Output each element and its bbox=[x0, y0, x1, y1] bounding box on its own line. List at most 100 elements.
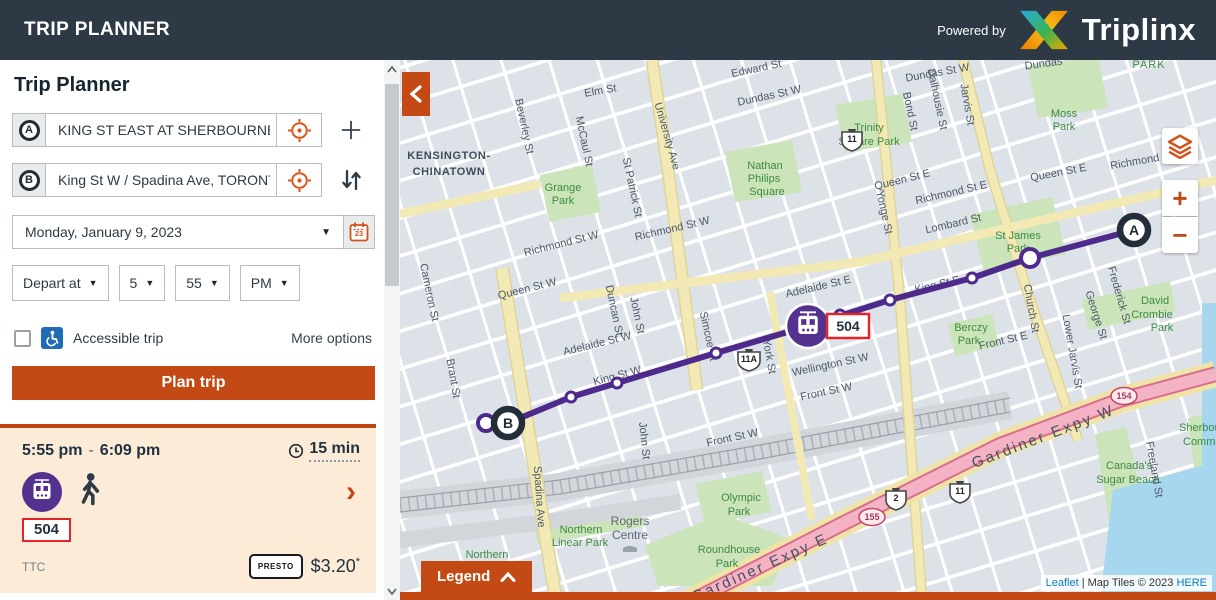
map-label: Philips bbox=[748, 173, 781, 185]
add-waypoint-button[interactable] bbox=[334, 113, 368, 147]
plus-icon bbox=[340, 119, 362, 141]
trip-duration: 15 min bbox=[288, 440, 360, 462]
caret-down-icon: ▼ bbox=[321, 227, 331, 238]
fare-note: * bbox=[356, 556, 360, 568]
streetcar-mode-icon bbox=[22, 472, 62, 512]
presto-badge: PRESTO bbox=[249, 554, 303, 579]
open-details-chevron-icon[interactable]: › bbox=[346, 482, 356, 502]
zoom-out-button[interactable]: − bbox=[1162, 217, 1198, 253]
collapse-panel-button[interactable] bbox=[402, 72, 430, 116]
date-value: Monday, January 9, 2023 bbox=[25, 224, 182, 240]
plan-trip-button[interactable]: Plan trip bbox=[12, 366, 375, 400]
scroll-up-icon[interactable] bbox=[384, 60, 400, 78]
minus-icon: − bbox=[1172, 225, 1187, 245]
svg-text:154: 154 bbox=[1116, 391, 1131, 401]
leaflet-link[interactable]: Leaflet bbox=[1046, 577, 1079, 589]
zoom-in-button[interactable]: + bbox=[1162, 180, 1198, 216]
fare-group: PRESTO $3.20* bbox=[249, 554, 360, 579]
swap-locations-button[interactable] bbox=[334, 163, 368, 197]
chevron-left-icon bbox=[409, 85, 423, 103]
depart-time: 5:55 pm bbox=[22, 442, 82, 459]
map-layers-button[interactable] bbox=[1162, 128, 1198, 164]
calendar-day: 23 bbox=[344, 229, 374, 238]
origin-input[interactable] bbox=[45, 113, 277, 147]
date-select[interactable]: Monday, January 9, 2023 ▼ bbox=[12, 215, 344, 249]
attribution-text: | Map Tiles © 2023 bbox=[1079, 577, 1177, 589]
fare-amount: $3.20* bbox=[311, 556, 360, 577]
crosshair-icon bbox=[287, 168, 312, 193]
minute-select[interactable]: 55 ▼ bbox=[175, 265, 230, 301]
legend-toggle-button[interactable]: Legend bbox=[421, 561, 532, 592]
marker-b[interactable]: B bbox=[494, 409, 522, 437]
marker-a[interactable]: A bbox=[1120, 216, 1148, 244]
map-label: PARK bbox=[1132, 60, 1165, 71]
map-label: Olympic bbox=[721, 492, 761, 504]
plus-icon: + bbox=[1172, 188, 1187, 208]
destination-row: B bbox=[12, 163, 384, 197]
svg-text:155: 155 bbox=[864, 512, 879, 522]
calendar-button[interactable]: 23 bbox=[343, 215, 375, 249]
map-label: CHINATOWN bbox=[413, 166, 486, 178]
map-label: Park bbox=[1053, 121, 1076, 133]
route-stop bbox=[612, 378, 622, 388]
caret-down-icon: ▼ bbox=[145, 278, 154, 288]
route-number-badge: 504 bbox=[22, 518, 71, 542]
highway-shield: 155 bbox=[859, 509, 885, 526]
sidebar-scrollbar[interactable] bbox=[384, 60, 400, 600]
map-label: Berczy bbox=[954, 322, 988, 334]
accessible-label: Accessible trip bbox=[73, 330, 163, 346]
trip-result-card[interactable]: 5:55 pm-6:09 pm 15 min › 504 bbox=[0, 424, 376, 593]
svg-text:2: 2 bbox=[893, 493, 898, 503]
origin-locate-button[interactable] bbox=[276, 113, 322, 147]
duration-value: 15 min bbox=[309, 440, 360, 462]
destination-input[interactable] bbox=[45, 163, 277, 197]
map-label: St James bbox=[995, 230, 1041, 242]
arrive-time: 6:09 pm bbox=[100, 442, 160, 459]
map-label: Crombie bbox=[1131, 309, 1173, 321]
map-label: Moss bbox=[1051, 108, 1078, 120]
svg-text:11: 11 bbox=[847, 134, 857, 144]
more-options-link[interactable]: More options bbox=[291, 330, 372, 346]
destination-locate-button[interactable] bbox=[276, 163, 322, 197]
swap-arrows-icon bbox=[339, 168, 363, 192]
map-label: Sherbourne bbox=[1179, 422, 1216, 434]
svg-text:11A: 11A bbox=[741, 354, 758, 364]
minute-value: 55 bbox=[186, 275, 202, 291]
route-stop bbox=[967, 273, 977, 283]
map-label: Square bbox=[749, 186, 784, 198]
map-label: Park bbox=[728, 506, 751, 518]
depart-mode-select[interactable]: Depart at ▼ bbox=[12, 265, 109, 301]
map-label: Centre bbox=[612, 528, 648, 542]
map-label: David bbox=[1141, 295, 1169, 307]
map-label: Park bbox=[716, 558, 739, 570]
map-label: Canada's bbox=[1106, 460, 1153, 472]
here-link[interactable]: HERE bbox=[1176, 577, 1207, 589]
caret-down-icon: ▼ bbox=[89, 278, 98, 288]
app-title: TRIP PLANNER bbox=[24, 19, 170, 41]
map-label: Park bbox=[552, 195, 575, 207]
map-label: Northern bbox=[560, 524, 603, 536]
scrollbar-thumb[interactable] bbox=[385, 84, 399, 286]
clock-icon bbox=[288, 443, 304, 459]
highway-shield: 154 bbox=[1111, 388, 1137, 405]
panel-heading: Trip Planner bbox=[14, 74, 384, 97]
accessible-checkbox[interactable] bbox=[14, 330, 31, 347]
hour-select[interactable]: 5 ▼ bbox=[119, 265, 166, 301]
origin-row: A bbox=[12, 113, 384, 147]
highway-shield: 11 bbox=[950, 481, 970, 503]
map-canvas[interactable]: Elm St Edward St Dundas St W Dundas St W… bbox=[400, 60, 1216, 600]
time-row: Depart at ▼ 5 ▼ 55 ▼ PM ▼ bbox=[12, 265, 384, 301]
route-stop bbox=[885, 295, 895, 305]
scroll-down-icon[interactable] bbox=[384, 582, 400, 600]
svg-text:A: A bbox=[1129, 222, 1139, 238]
route-stop bbox=[711, 348, 721, 358]
map-attribution: Leaflet | Map Tiles © 2023 HERE bbox=[1041, 575, 1212, 591]
meridiem-select[interactable]: PM ▼ bbox=[240, 265, 300, 301]
map-label: Northern bbox=[466, 549, 509, 561]
svg-text:11: 11 bbox=[955, 486, 965, 496]
destination-marker-cell: B bbox=[12, 163, 46, 197]
map-label: Rogers bbox=[611, 514, 650, 528]
map-label: Grange bbox=[545, 182, 582, 194]
app-window: TRIP PLANNER Powered by Triplinx Trip bbox=[0, 0, 1216, 600]
map-label: Roundhouse bbox=[698, 544, 760, 556]
